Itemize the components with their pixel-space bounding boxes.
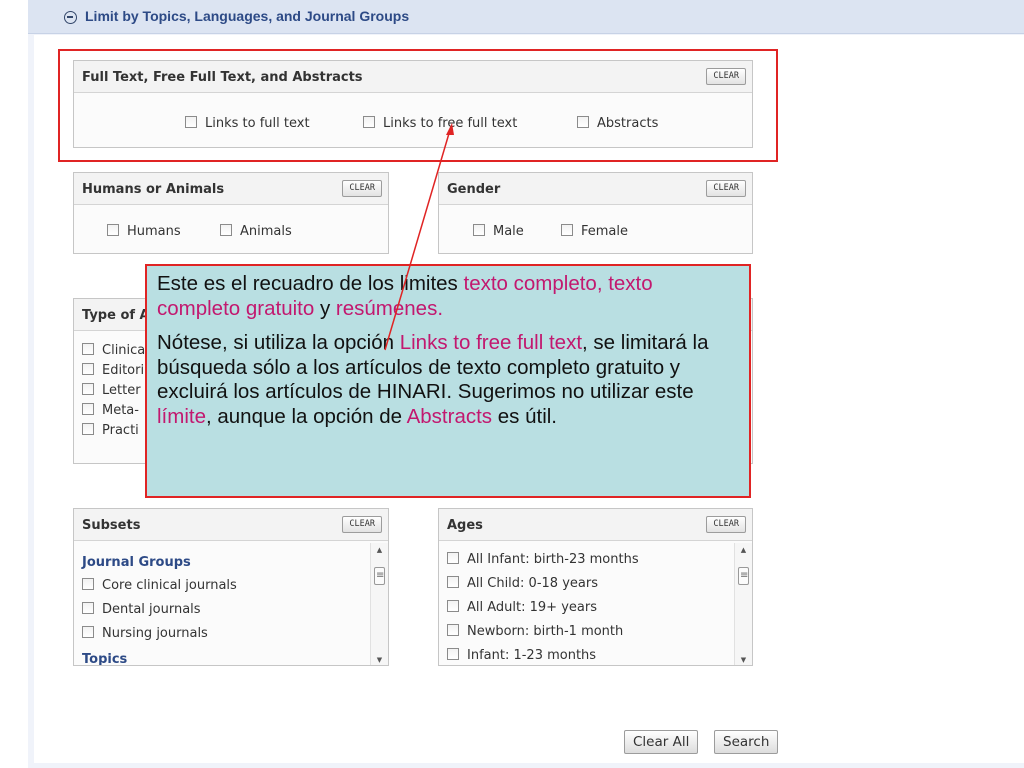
scroll-down-icon[interactable]: ▼ xyxy=(735,653,752,665)
subsets-box-header: Subsets CLEAR xyxy=(74,509,388,541)
checkbox[interactable] xyxy=(447,624,459,636)
gender-box-header: Gender CLEAR xyxy=(439,173,752,205)
gender-box: Gender CLEAR Male Female xyxy=(438,172,753,254)
age-option[interactable]: All Infant: birth-23 months xyxy=(447,552,639,567)
subset-option[interactable]: Dental journals xyxy=(82,602,201,617)
scroll-up-icon[interactable]: ▲ xyxy=(735,543,752,557)
gender-clear-button[interactable]: CLEAR xyxy=(706,180,746,197)
ages-box-header: Ages CLEAR xyxy=(439,509,752,541)
subsets-box: Subsets CLEAR Journal Groups Core clinic… xyxy=(73,508,389,666)
article-type-option[interactable]: Letter xyxy=(82,383,141,398)
article-type-option[interactable]: Practi xyxy=(82,423,139,438)
subset-option[interactable]: Core clinical journals xyxy=(82,578,237,593)
checkbox[interactable] xyxy=(447,552,459,564)
topics-heading: Topics xyxy=(82,652,128,666)
checkbox[interactable] xyxy=(447,600,459,612)
ages-scrollbar[interactable]: ▲ ▼ xyxy=(734,543,752,665)
journal-groups-heading: Journal Groups xyxy=(82,555,191,570)
checkbox[interactable] xyxy=(82,343,94,355)
humans-box-header: Humans or Animals CLEAR xyxy=(74,173,388,205)
subsets-clear-button[interactable]: CLEAR xyxy=(342,516,382,533)
scroll-thumb[interactable] xyxy=(738,567,749,585)
article-type-box-title: Type of A xyxy=(82,308,150,323)
clear-all-button[interactable]: Clear All xyxy=(624,730,699,754)
female-option[interactable]: Female xyxy=(561,224,628,239)
checkbox[interactable] xyxy=(473,224,485,236)
checkbox[interactable] xyxy=(82,383,94,395)
checkbox[interactable] xyxy=(82,403,94,415)
humans-box-title: Humans or Animals xyxy=(82,182,225,197)
checkbox[interactable] xyxy=(561,224,573,236)
ages-box: Ages CLEAR All Infant: birth-23 months A… xyxy=(438,508,753,666)
article-type-option[interactable]: Clinica xyxy=(82,343,145,358)
article-type-option[interactable]: Meta- xyxy=(82,403,139,418)
animals-option[interactable]: Animals xyxy=(220,224,292,239)
checkbox[interactable] xyxy=(107,224,119,236)
limits-header[interactable]: Limit by Topics, Languages, and Journal … xyxy=(28,0,1024,34)
checkbox[interactable] xyxy=(82,423,94,435)
checkbox[interactable] xyxy=(82,602,94,614)
checkbox[interactable] xyxy=(220,224,232,236)
scroll-thumb[interactable] xyxy=(374,567,385,585)
age-option[interactable]: All Adult: 19+ years xyxy=(447,600,597,615)
checkbox[interactable] xyxy=(82,626,94,638)
fulltext-highlight-frame xyxy=(58,49,778,162)
age-option[interactable]: Infant: 1-23 months xyxy=(447,648,596,663)
age-option[interactable]: All Child: 0-18 years xyxy=(447,576,598,591)
checkbox[interactable] xyxy=(447,648,459,660)
limits-title[interactable]: Limit by Topics, Languages, and Journal … xyxy=(85,8,409,24)
search-button[interactable]: Search xyxy=(714,730,779,754)
checkbox[interactable] xyxy=(82,578,94,590)
gender-box-title: Gender xyxy=(447,182,501,197)
scroll-down-icon[interactable]: ▼ xyxy=(371,653,388,665)
male-option[interactable]: Male xyxy=(473,224,524,239)
checkbox[interactable] xyxy=(447,576,459,588)
humans-clear-button[interactable]: CLEAR xyxy=(342,180,382,197)
subsets-scrollbar[interactable]: ▲ ▼ xyxy=(370,543,388,665)
callout-paragraph-1: Este es el recuadro de los limites texto… xyxy=(157,272,653,320)
checkbox[interactable] xyxy=(82,363,94,375)
callout-paragraph-2: Nótese, si utiliza la opción Links to fr… xyxy=(157,331,709,428)
ages-box-title: Ages xyxy=(447,518,483,533)
humans-animals-box: Humans or Animals CLEAR Humans Animals xyxy=(73,172,389,254)
annotation-callout: Este es el recuadro de los limites texto… xyxy=(145,264,751,498)
scroll-up-icon[interactable]: ▲ xyxy=(371,543,388,557)
subsets-box-title: Subsets xyxy=(82,518,141,533)
subset-option[interactable]: Nursing journals xyxy=(82,626,208,641)
article-type-option[interactable]: Editori xyxy=(82,363,144,378)
age-option[interactable]: Newborn: birth-1 month xyxy=(447,624,623,639)
humans-option[interactable]: Humans xyxy=(107,224,181,239)
collapse-icon[interactable] xyxy=(64,11,77,24)
ages-clear-button[interactable]: CLEAR xyxy=(706,516,746,533)
